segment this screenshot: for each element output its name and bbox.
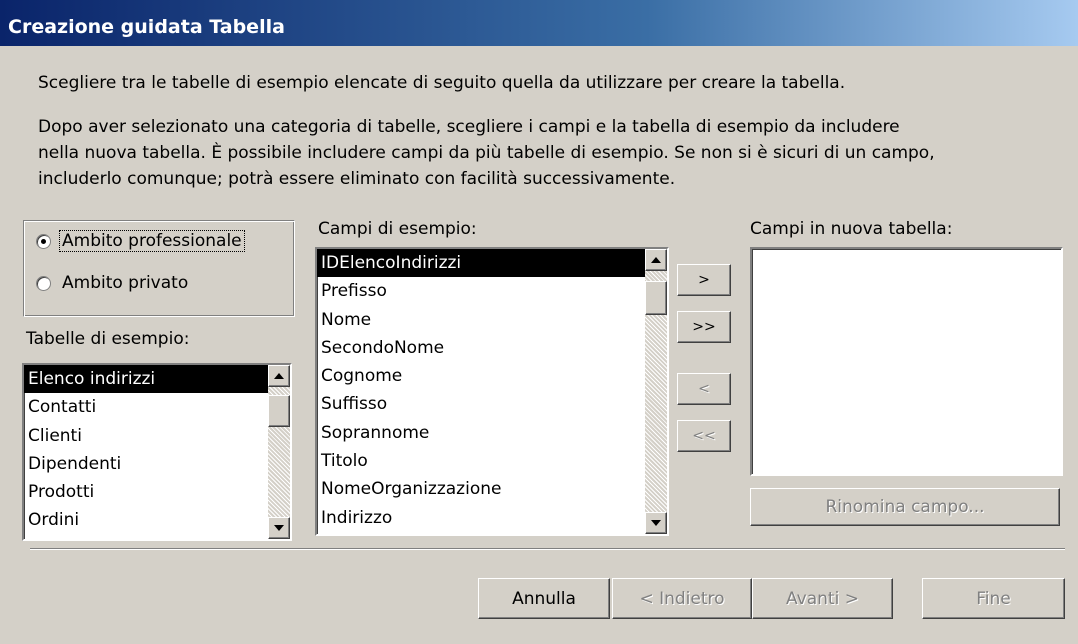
list-item[interactable]: Dipendenti — [24, 450, 268, 478]
list-item[interactable]: Cognome — [317, 362, 645, 390]
radio-selected-icon — [36, 233, 51, 249]
scroll-thumb[interactable] — [645, 281, 667, 315]
scroll-up-button[interactable] — [268, 365, 290, 387]
list-item[interactable]: Suffisso — [317, 390, 645, 418]
radio-label-privato: Ambito privato — [62, 273, 189, 293]
back-button[interactable]: < Indietro — [612, 578, 752, 619]
list-item[interactable]: Clienti — [24, 422, 268, 450]
intro-line-4: includerlo comunque; potrà essere elimin… — [38, 169, 676, 189]
add-field-button[interactable]: > — [677, 264, 731, 296]
window-title: Creazione guidata Tabella — [8, 16, 285, 38]
new-fields-list[interactable] — [750, 247, 1063, 476]
intro-line-1: Scegliere tra le tabelle di esempio elen… — [38, 73, 846, 93]
radio-unselected-icon — [36, 275, 51, 291]
list-item[interactable]: Soprannome — [317, 419, 645, 447]
list-item[interactable]: SecondoNome — [317, 334, 645, 362]
list-item[interactable]: Prefisso — [317, 277, 645, 305]
scroll-up-button[interactable] — [645, 249, 667, 271]
new-fields-label: Campi in nuova tabella: — [750, 219, 953, 239]
scroll-down-button[interactable] — [268, 517, 290, 539]
list-item[interactable]: Ordini — [24, 506, 268, 534]
radio-ambito-privato[interactable]: Ambito privato — [36, 273, 191, 293]
list-item[interactable]: Titolo — [317, 447, 645, 475]
remove-field-button[interactable]: < — [677, 373, 731, 405]
sample-tables-scrollbar[interactable] — [268, 365, 290, 539]
arrow-up-icon — [651, 257, 661, 263]
sample-fields-list[interactable]: IDElencoIndirizzi Prefisso Nome SecondoN… — [315, 247, 669, 536]
list-item[interactable]: Elenco indirizzi — [24, 365, 268, 394]
sample-tables-list[interactable]: Elenco indirizzi Contatti Clienti Dipend… — [22, 363, 292, 541]
list-item[interactable]: NomeOrganizzazione — [317, 475, 645, 503]
list-item[interactable]: Contatti — [24, 393, 268, 421]
list-item[interactable]: IDElencoIndirizzi — [317, 249, 645, 278]
arrow-down-icon — [651, 520, 661, 526]
arrow-up-icon — [274, 373, 284, 379]
sample-fields-label: Campi di esempio: — [318, 219, 477, 239]
add-all-fields-button[interactable]: >> — [677, 311, 731, 343]
radio-label-professionale: Ambito professionale — [59, 230, 245, 252]
arrow-down-icon — [274, 525, 284, 531]
intro-line-2: Dopo aver selezionato una categoria di t… — [38, 117, 900, 137]
list-item[interactable]: Nome — [317, 306, 645, 334]
scroll-thumb[interactable] — [268, 395, 290, 427]
finish-button[interactable]: Fine — [922, 578, 1065, 619]
list-item[interactable]: Prodotti — [24, 478, 268, 506]
radio-ambito-professionale[interactable]: Ambito professionale — [36, 230, 245, 252]
next-button[interactable]: Avanti > — [752, 578, 893, 619]
cancel-button[interactable]: Annulla — [478, 578, 610, 619]
footer-divider — [30, 548, 1065, 550]
intro-line-3: nella nuova tabella. È possibile include… — [38, 143, 935, 163]
scroll-down-button[interactable] — [645, 512, 667, 534]
rename-field-button[interactable]: Rinomina campo... — [750, 488, 1060, 526]
list-item[interactable]: Indirizzo — [317, 504, 645, 532]
sample-tables-label: Tabelle di esempio: — [26, 329, 190, 349]
remove-all-fields-button[interactable]: << — [677, 420, 731, 452]
sample-fields-scrollbar[interactable] — [645, 249, 667, 534]
